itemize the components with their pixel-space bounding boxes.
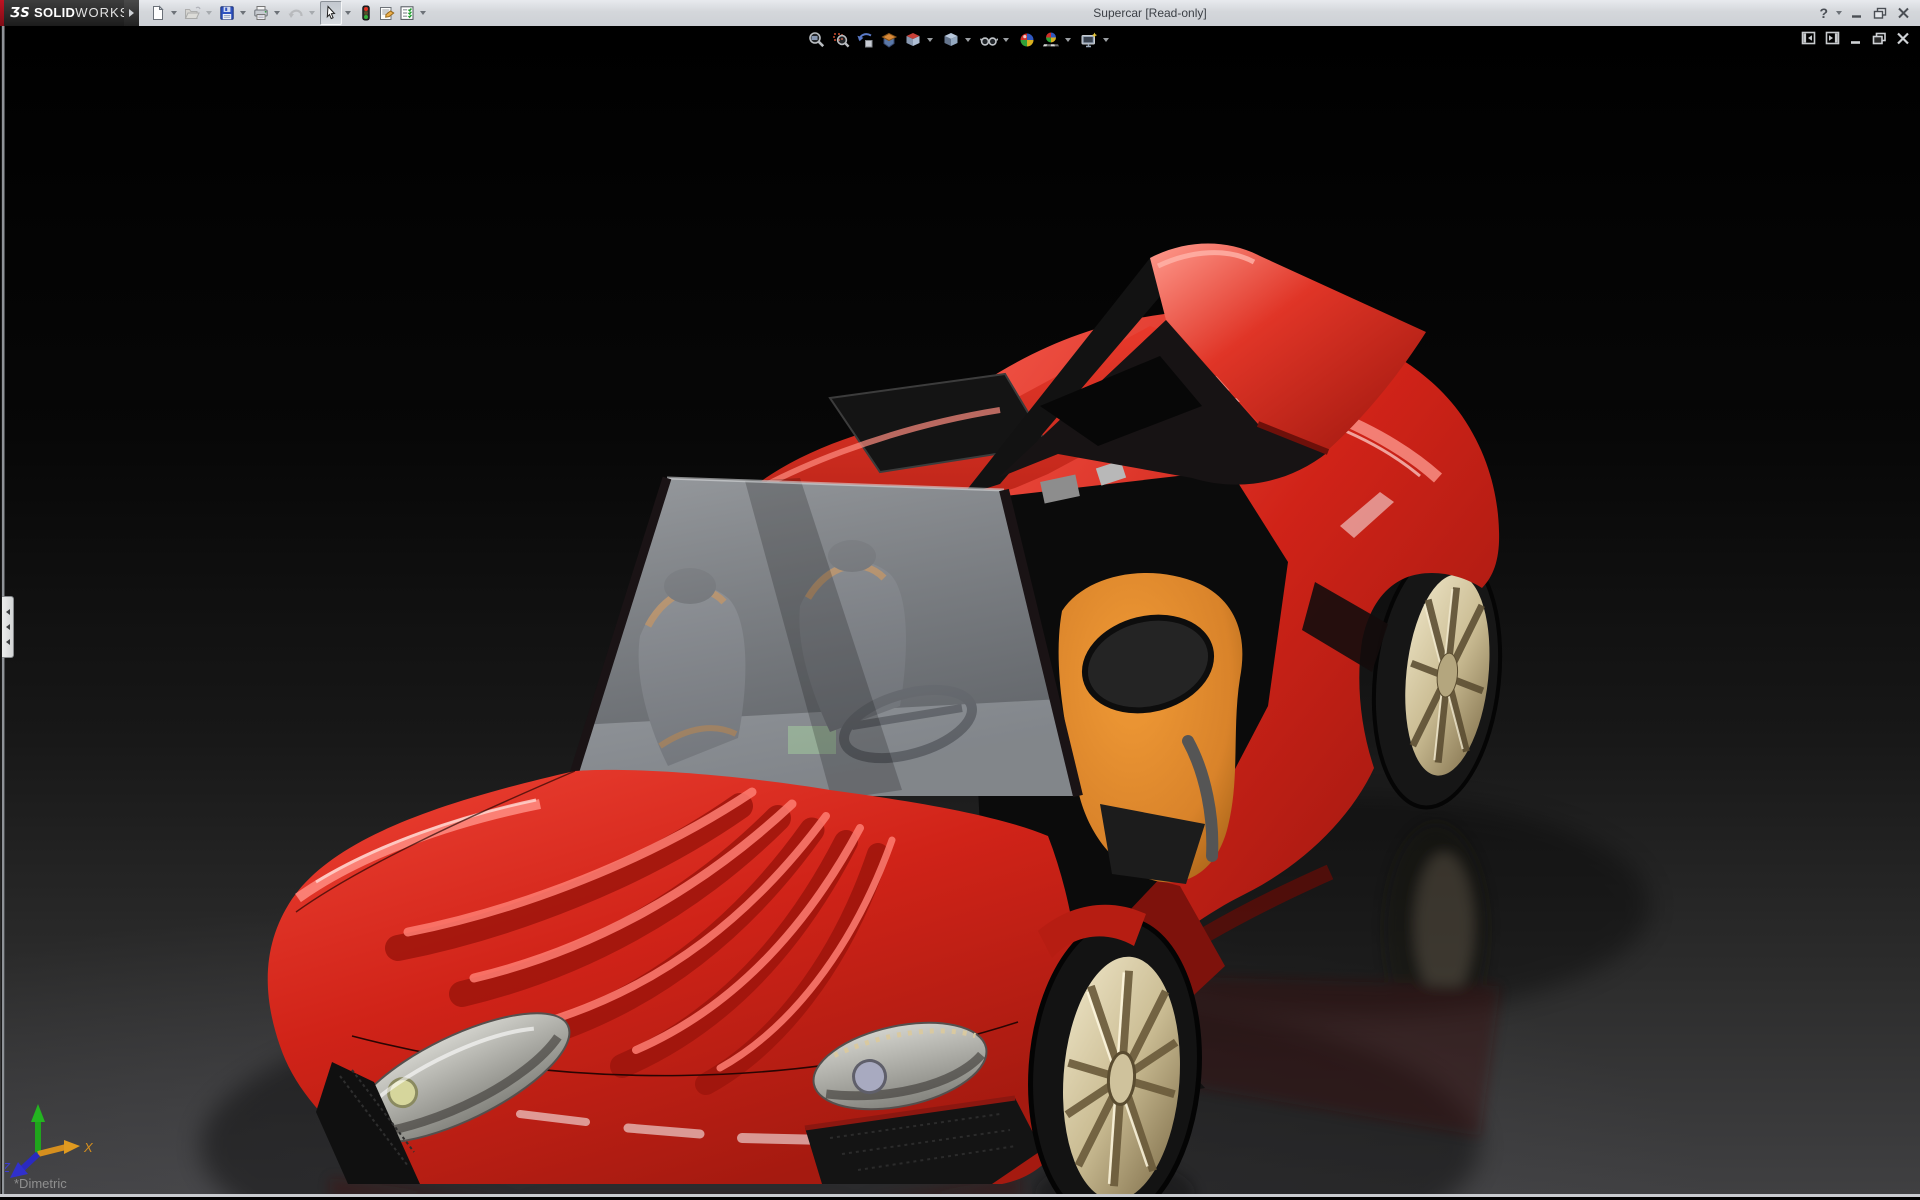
previous-view-button[interactable]	[853, 29, 877, 51]
close-app-button[interactable]	[1895, 3, 1912, 23]
close-icon	[1897, 7, 1910, 19]
window-title: Supercar [Read-only]	[1093, 6, 1206, 20]
supercar-3d-model[interactable]: X Z	[0, 26, 1920, 1197]
new-document-button[interactable]	[148, 2, 168, 24]
collapse-left-pane-icon	[1801, 31, 1816, 45]
minimize-app-button[interactable]	[1848, 3, 1865, 23]
hide-show-items-icon	[980, 31, 998, 49]
help-dropdown[interactable]	[1836, 11, 1842, 15]
file-properties-button[interactable]	[376, 2, 397, 24]
minimize-document-icon	[1849, 32, 1863, 45]
collapse-arrow-icon	[6, 624, 10, 630]
print-button[interactable]	[251, 2, 271, 24]
open-button[interactable]	[182, 2, 203, 24]
apply-scene-dropdown[interactable]	[1065, 38, 1071, 42]
section-view-icon	[880, 31, 898, 49]
solidworks-window: ƷSSOLIDWORKS	[0, 0, 1920, 1200]
expand-right-pane-button[interactable]	[1825, 31, 1840, 45]
display-style-button[interactable]	[939, 29, 963, 51]
view-orientation-icon	[904, 31, 922, 49]
options-dropdown[interactable]	[420, 11, 426, 15]
close-document-button[interactable]	[1896, 32, 1910, 45]
menu-expand-icon	[129, 9, 134, 17]
rebuild-traffic-light-icon	[358, 5, 374, 21]
help-icon: ?	[1819, 5, 1828, 21]
feature-manager-collapsed-tab[interactable]	[2, 596, 14, 658]
options-button[interactable]	[397, 2, 417, 24]
save-icon	[219, 5, 235, 21]
print-dropdown[interactable]	[274, 11, 280, 15]
restore-document-button[interactable]	[1872, 32, 1887, 45]
brand-red-strip	[0, 0, 4, 26]
statusbar-edge	[0, 1194, 1920, 1197]
zoom-to-area-icon	[832, 31, 850, 49]
apply-scene-icon	[1042, 31, 1060, 49]
zoom-to-fit-button[interactable]	[805, 29, 829, 51]
view-settings-icon	[1080, 31, 1098, 49]
standard-toolbar	[148, 0, 431, 26]
edit-appearance-button[interactable]	[1015, 29, 1039, 51]
document-window-controls	[1801, 31, 1910, 45]
undo-button[interactable]	[285, 2, 306, 24]
minimize-document-button[interactable]	[1849, 32, 1863, 45]
menu-expand-button[interactable]	[124, 0, 139, 26]
previous-view-icon	[856, 31, 874, 49]
open-dropdown[interactable]	[206, 11, 212, 15]
display-style-icon	[942, 31, 960, 49]
minimize-icon	[1850, 7, 1863, 19]
apply-scene-button[interactable]	[1039, 29, 1063, 51]
restore-icon	[1873, 7, 1887, 19]
restore-app-button[interactable]	[1871, 3, 1889, 23]
file-properties-icon	[378, 5, 395, 21]
triad-x-label: X	[83, 1140, 94, 1155]
titlebar-controls: ?	[1817, 0, 1912, 26]
display-style-dropdown[interactable]	[965, 38, 971, 42]
undo-dropdown[interactable]	[309, 11, 315, 15]
zoom-to-fit-icon	[808, 31, 826, 49]
view-orientation-label: *Dimetric	[14, 1176, 67, 1191]
brand-wordmark: ƷSSOLIDWORKS	[10, 5, 129, 21]
collapse-arrow-icon	[6, 639, 10, 645]
section-view-button[interactable]	[877, 29, 901, 51]
collapse-left-pane-button[interactable]	[1801, 31, 1816, 45]
hide-show-items-button[interactable]	[977, 29, 1001, 51]
graphics-viewport[interactable]: X Z	[0, 26, 1920, 1197]
print-icon	[253, 5, 269, 21]
select-arrow-icon	[323, 5, 339, 21]
collapse-arrow-icon	[6, 609, 10, 615]
rebuild-button[interactable]	[356, 2, 376, 24]
view-orientation-button[interactable]	[901, 29, 925, 51]
heads-up-view-toolbar	[805, 29, 1115, 51]
help-button[interactable]: ?	[1817, 3, 1830, 23]
options-icon	[399, 5, 415, 21]
zoom-to-area-button[interactable]	[829, 29, 853, 51]
select-dropdown[interactable]	[345, 11, 351, 15]
ds-logo-mark: ƷS	[10, 6, 30, 21]
save-button[interactable]	[217, 2, 237, 24]
view-settings-dropdown[interactable]	[1103, 38, 1109, 42]
view-settings-button[interactable]	[1077, 29, 1101, 51]
expand-right-pane-icon	[1825, 31, 1840, 45]
new-document-dropdown[interactable]	[171, 11, 177, 15]
new-document-icon	[150, 5, 166, 21]
edit-appearance-icon	[1018, 31, 1036, 49]
titlebar: ƷSSOLIDWORKS	[0, 0, 1920, 27]
undo-icon	[287, 5, 304, 21]
solidworks-logo: ƷSSOLIDWORKS	[0, 0, 124, 26]
save-dropdown[interactable]	[240, 11, 246, 15]
select-button[interactable]	[320, 1, 342, 25]
hide-show-items-dropdown[interactable]	[1003, 38, 1009, 42]
open-icon	[184, 5, 201, 21]
view-orientation-dropdown[interactable]	[927, 38, 933, 42]
close-document-icon	[1896, 32, 1910, 45]
restore-document-icon	[1872, 32, 1887, 45]
